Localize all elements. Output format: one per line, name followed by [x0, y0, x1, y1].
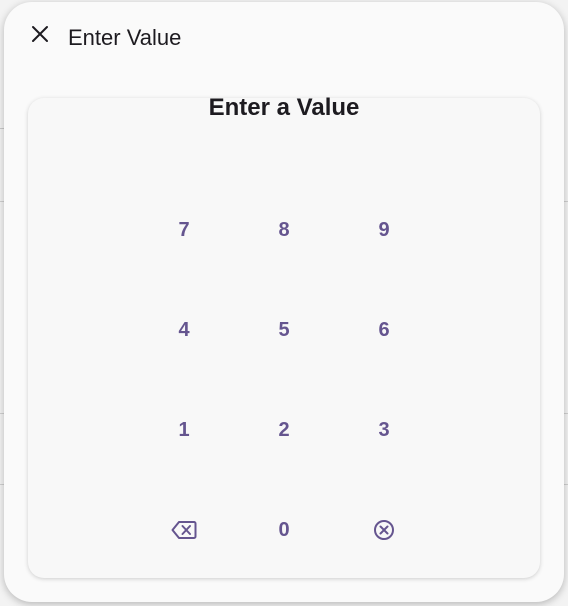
key-5[interactable]: 5	[234, 280, 334, 380]
backspace-icon	[171, 520, 197, 540]
close-icon	[31, 25, 49, 48]
clear-circle-icon	[373, 519, 395, 541]
key-4[interactable]: 4	[134, 280, 234, 380]
keypad-card: Enter a Value 7 8 9 4 5 6 1 2 3 0	[28, 94, 540, 580]
key-7[interactable]: 7	[134, 180, 234, 280]
close-button[interactable]	[24, 20, 56, 52]
key-6[interactable]: 6	[334, 280, 434, 380]
enter-value-dialog: Enter Value Enter a Value 7 8 9 4 5 6 1 …	[4, 2, 564, 602]
key-2[interactable]: 2	[234, 380, 334, 480]
key-0[interactable]: 0	[234, 480, 334, 580]
dialog-header: Enter Value	[4, 2, 564, 78]
key-3[interactable]: 3	[334, 380, 434, 480]
card-title: Enter a Value	[208, 94, 360, 121]
dialog-title: Enter Value	[68, 25, 182, 50]
key-1[interactable]: 1	[134, 380, 234, 480]
clear-button[interactable]	[334, 480, 434, 580]
key-8[interactable]: 8	[234, 180, 334, 280]
key-9[interactable]: 9	[334, 180, 434, 280]
number-keypad: 7 8 9 4 5 6 1 2 3 0	[134, 180, 434, 580]
backspace-button[interactable]	[134, 480, 234, 580]
